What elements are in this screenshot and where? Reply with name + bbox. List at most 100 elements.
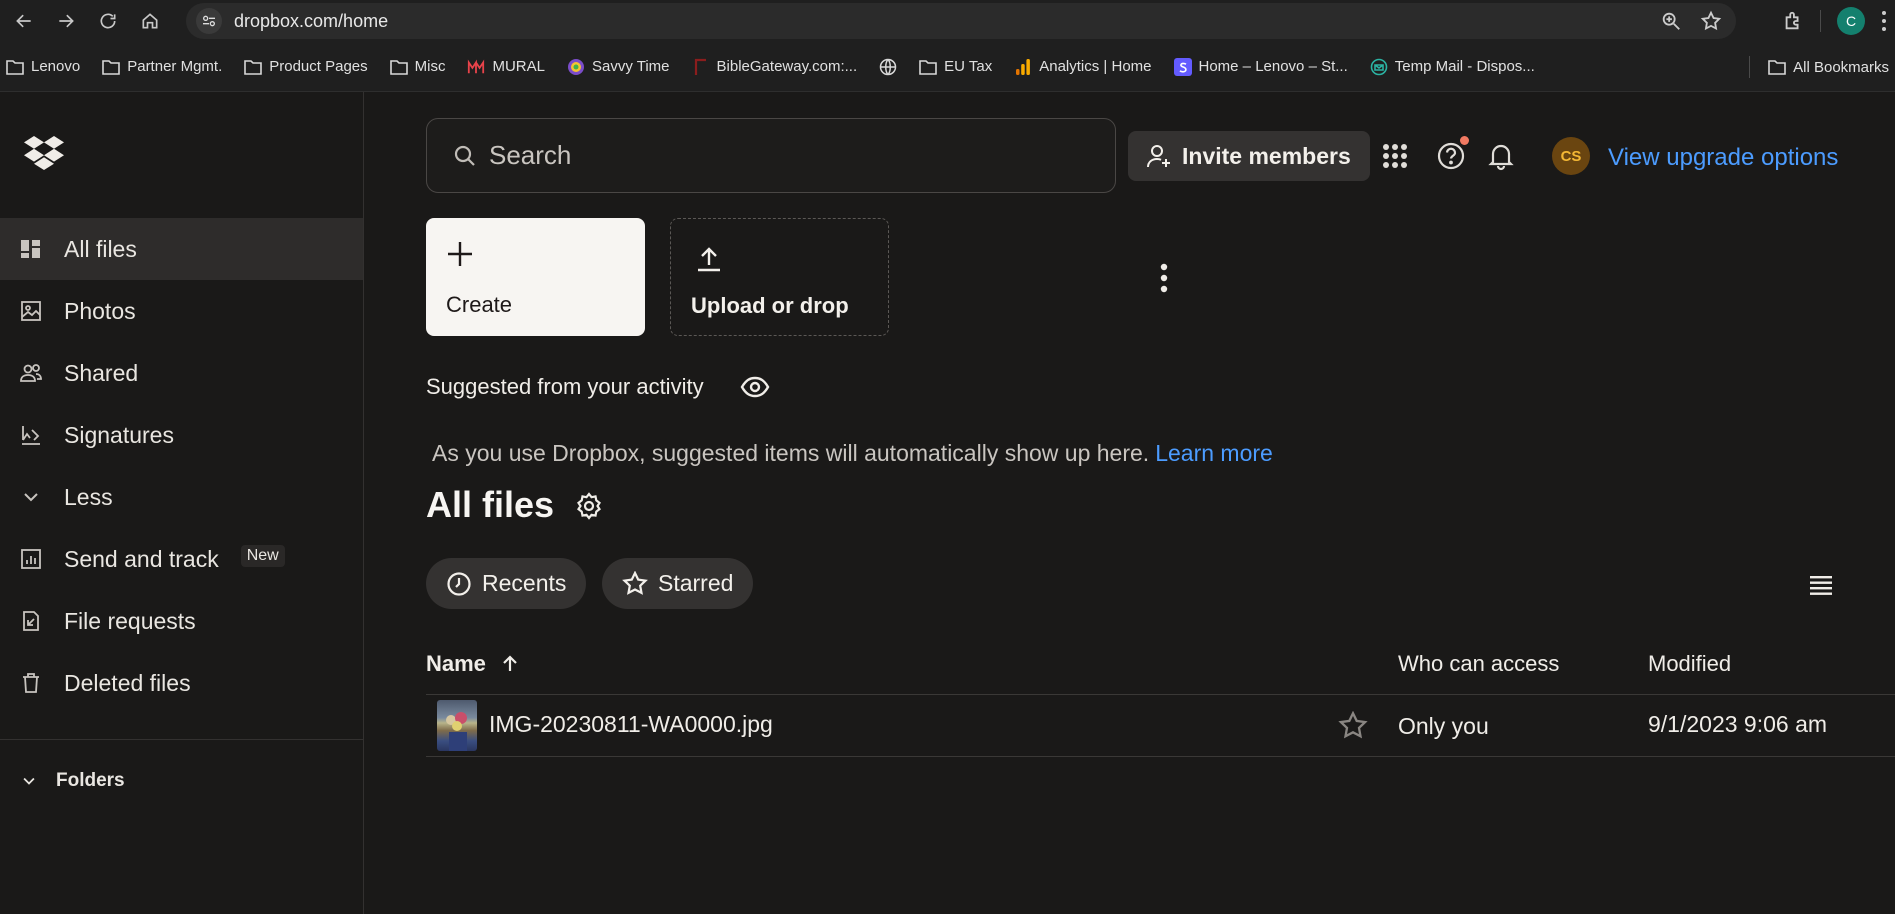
sidebar-item-less[interactable]: Less	[0, 466, 363, 528]
search-bar[interactable]	[426, 118, 1116, 193]
help-notification-dot	[1460, 136, 1469, 145]
eye-icon[interactable]	[740, 373, 770, 401]
upload-icon	[698, 247, 720, 272]
bookmark-eu-tax[interactable]: EU Tax	[919, 58, 992, 76]
bookmark-stripe[interactable]: Home – Lenovo – St...	[1173, 57, 1348, 76]
dropbox-logo[interactable]	[24, 136, 64, 170]
sidebar-item-all-files[interactable]: All files	[0, 218, 363, 280]
bookmark-label: Partner Mgmt.	[127, 58, 223, 75]
bookmark-label: BibleGateway.com:...	[716, 58, 858, 75]
starred-filter-button[interactable]: Starred	[602, 558, 754, 609]
plus-icon	[448, 242, 472, 266]
sidebar-item-deleted-files[interactable]: Deleted files	[0, 652, 363, 714]
table-row[interactable]: IMG-20230811-WA0000.jpg Only you 9/1/202…	[426, 695, 1895, 756]
suggested-title: Suggested from your activity	[426, 374, 704, 399]
temp-mail-icon	[1370, 58, 1388, 76]
site-info-icon[interactable]	[196, 8, 222, 34]
folder-icon	[1768, 58, 1786, 76]
sidebar-item-photos[interactable]: Photos	[0, 280, 363, 342]
sidebar-item-label: Send and track	[64, 545, 219, 572]
invite-members-label: Invite members	[1182, 142, 1351, 169]
folder-icon	[389, 58, 408, 76]
bookmark-star-icon[interactable]	[1700, 10, 1722, 32]
recents-filter-button[interactable]: Recents	[426, 558, 587, 609]
zoom-icon[interactable]	[1660, 10, 1682, 32]
bookmark-label: Savvy Time	[592, 58, 670, 75]
bookmark-globe[interactable]	[879, 58, 897, 76]
create-button[interactable]: Create	[426, 218, 645, 336]
list-view-icon[interactable]	[1808, 572, 1834, 598]
bookmark-label: Product Pages	[269, 58, 368, 75]
home-icon[interactable]	[132, 3, 168, 39]
sidebar-item-label: Less	[64, 483, 113, 510]
bookmark-label: Misc	[414, 58, 446, 75]
bookmark-misc[interactable]: Misc	[389, 58, 446, 76]
forward-icon[interactable]	[48, 3, 84, 39]
column-header-modified[interactable]: Modified	[1648, 651, 1731, 677]
add-user-icon	[1147, 145, 1170, 168]
bookmarks-bar: Lenovo Partner Mgmt. Product Pages Misc …	[0, 42, 1895, 92]
profile-avatar[interactable]: C	[1837, 7, 1865, 35]
user-avatar[interactable]: CS	[1552, 137, 1590, 175]
bookmark-label: Lenovo	[31, 58, 81, 75]
bookmark-lenovo[interactable]: Lenovo	[6, 58, 80, 76]
app-grid-icon[interactable]	[1380, 141, 1410, 171]
bookmark-label: Analytics | Home	[1039, 58, 1152, 75]
sidebar-item-shared[interactable]: Shared	[0, 342, 363, 404]
view-upgrade-options-link[interactable]: View upgrade options	[1608, 144, 1838, 172]
star-icon[interactable]	[1338, 711, 1368, 741]
toolbar-divider	[1820, 10, 1821, 32]
sidebar-item-label: Deleted files	[64, 669, 191, 696]
folder-icon	[6, 58, 24, 76]
reload-icon[interactable]	[90, 3, 126, 39]
biblegateway-icon	[692, 58, 710, 76]
browser-toolbar: dropbox.com/home C	[0, 0, 1895, 42]
gear-icon[interactable]	[575, 492, 603, 520]
stripe-icon	[1173, 57, 1192, 76]
upload-or-drop-button[interactable]: Upload or drop	[670, 218, 889, 336]
folder-icon	[244, 58, 263, 76]
back-icon[interactable]	[6, 3, 42, 39]
bookmark-analytics[interactable]: Analytics | Home	[1014, 58, 1152, 76]
menu-kebab-icon[interactable]	[1881, 10, 1887, 32]
sidebar-item-signatures[interactable]: Signatures	[0, 404, 363, 466]
column-header-access[interactable]: Who can access	[1398, 651, 1559, 677]
bookmark-temp-mail[interactable]: Temp Mail - Dispos...	[1370, 58, 1535, 76]
invite-members-button[interactable]: Invite members	[1128, 131, 1370, 181]
sidebar-item-label: File requests	[64, 607, 196, 634]
clock-icon	[447, 571, 471, 596]
bookmark-biblegateway[interactable]: BibleGateway.com:...	[692, 58, 858, 76]
bookmark-mural[interactable]: MURAL	[467, 58, 545, 76]
url-text[interactable]: dropbox.com/home	[234, 11, 388, 32]
column-header-name[interactable]: Name	[426, 651, 520, 677]
address-bar[interactable]: dropbox.com/home	[186, 3, 1736, 39]
file-name[interactable]: IMG-20230811-WA0000.jpg	[489, 711, 773, 738]
folders-toggle[interactable]: Folders	[20, 770, 125, 792]
notifications-bell-icon[interactable]	[1486, 141, 1516, 171]
bookmark-label: EU Tax	[944, 58, 993, 75]
sidebar-item-label: Signatures	[64, 421, 174, 448]
photos-icon	[21, 301, 41, 321]
new-badge: New	[240, 545, 285, 567]
bookmark-product-pages[interactable]: Product Pages	[244, 58, 368, 76]
sidebar: All files Photos Shared Signatures Less …	[0, 92, 364, 914]
suggested-empty-message: As you use Dropbox, suggested items will…	[432, 440, 1273, 467]
bookmark-savvy-time[interactable]: Savvy Time	[567, 58, 670, 76]
upload-label: Upload or drop	[691, 293, 849, 318]
learn-more-link[interactable]: Learn more	[1155, 440, 1273, 466]
sidebar-item-file-requests[interactable]: File requests	[0, 590, 363, 652]
search-input[interactable]	[489, 140, 1089, 171]
recents-label: Recents	[482, 570, 567, 596]
more-actions-icon[interactable]	[1153, 262, 1175, 294]
create-label: Create	[446, 292, 513, 317]
sidebar-item-send-and-track[interactable]: Send and track New	[0, 528, 363, 590]
help-icon[interactable]	[1436, 141, 1466, 171]
signatures-icon	[22, 426, 40, 445]
extensions-icon[interactable]	[1782, 10, 1804, 32]
bookmark-partner-mgmt[interactable]: Partner Mgmt.	[102, 58, 222, 76]
savvy-time-icon	[567, 58, 585, 76]
bookmark-label: Temp Mail - Dispos...	[1394, 58, 1535, 75]
all-bookmarks-button[interactable]: All Bookmarks	[1768, 58, 1889, 76]
table-divider	[426, 756, 1895, 757]
file-modified: 9/1/2023 9:06 am	[1648, 711, 1828, 737]
